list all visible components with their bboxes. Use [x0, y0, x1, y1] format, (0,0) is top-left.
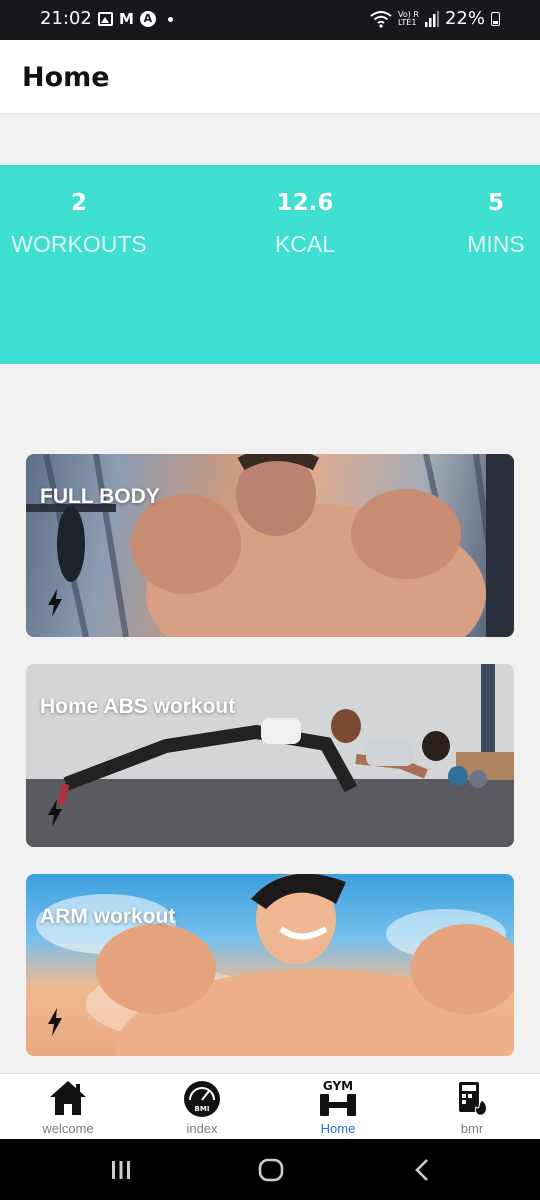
- lightning-bolt-icon: [48, 589, 62, 617]
- flexing-man-sky-image: [36, 874, 514, 1056]
- home-icon: [50, 1081, 86, 1115]
- more-notifications-dot-icon: [167, 16, 173, 22]
- nav-label: welcome: [42, 1121, 94, 1136]
- wifi-icon: [370, 10, 392, 28]
- nav-label: bmr: [460, 1121, 484, 1136]
- workout-card-full-body[interactable]: FULL BODY: [26, 454, 514, 637]
- nav-label: Home: [320, 1121, 356, 1136]
- app-bar: Home: [0, 40, 540, 114]
- lightning-bolt-icon: [48, 1008, 62, 1036]
- gym-dumbbell-icon: GYM: [320, 1079, 356, 1116]
- notification-icons: M A: [98, 10, 173, 28]
- nav-label: index: [186, 1121, 218, 1136]
- stat-label: MINS: [467, 231, 525, 257]
- stats-panel: 2 WORKOUTS 12.6 KCAL 5 MINS: [0, 165, 540, 364]
- stat-label: WORKOUTS: [11, 231, 147, 257]
- nav-item-index[interactable]: BMI index: [137, 1074, 267, 1140]
- volte-lte-icon: Vo) R LTE1: [398, 9, 419, 27]
- gym-icon-text: GYM: [323, 1079, 353, 1093]
- stat-label: KCAL: [274, 231, 336, 257]
- m-app-notification-icon: M: [119, 10, 134, 28]
- workout-title: Home ABS workout: [40, 695, 236, 718]
- signal-icon: [424, 10, 439, 27]
- stat-workouts: 2 WORKOUTS: [0, 189, 158, 258]
- bmi-gauge-icon: BMI: [184, 1081, 220, 1117]
- gallery-notification-icon: [98, 12, 113, 26]
- stat-mins: 5 MINS: [452, 189, 540, 258]
- system-navigation-bar: [0, 1139, 540, 1200]
- nav-item-welcome[interactable]: welcome: [3, 1074, 133, 1140]
- a-app-notification-icon: A: [139, 11, 156, 27]
- calculator-flame-icon: [459, 1082, 487, 1116]
- status-time: 21:02: [40, 8, 92, 29]
- stat-value: 2: [70, 190, 87, 216]
- back-icon[interactable]: [408, 1155, 438, 1185]
- bmi-icon-text: BMI: [195, 1105, 210, 1113]
- workout-card-home-abs[interactable]: Home ABS workout: [26, 664, 514, 847]
- page-title: Home: [22, 62, 110, 93]
- nav-item-home[interactable]: GYM Home: [273, 1074, 403, 1140]
- status-bar: 21:02 M A Vo) R LTE1 22%: [0, 0, 540, 40]
- muscular-man-gym-image: [26, 454, 514, 637]
- nav-item-bmr[interactable]: bmr: [407, 1074, 537, 1140]
- battery-percent: 22%: [444, 8, 485, 29]
- system-home-icon[interactable]: [256, 1155, 286, 1185]
- stat-kcal: 12.6 KCAL: [228, 189, 382, 258]
- recents-icon[interactable]: [106, 1155, 136, 1185]
- battery-icon: [491, 11, 500, 26]
- lightning-bolt-icon: [48, 799, 62, 827]
- system-status-icons: Vo) R LTE1 22%: [370, 8, 500, 29]
- workout-card-arm[interactable]: ARM workout: [26, 874, 514, 1056]
- stat-value: 12.6: [276, 190, 334, 216]
- stat-value: 5: [487, 190, 504, 216]
- workout-title: ARM workout: [40, 905, 176, 928]
- people-plank-image: [26, 664, 514, 847]
- workout-title: FULL BODY: [40, 485, 160, 508]
- bottom-navigation: welcome BMI index GYM Home bmr: [0, 1073, 540, 1139]
